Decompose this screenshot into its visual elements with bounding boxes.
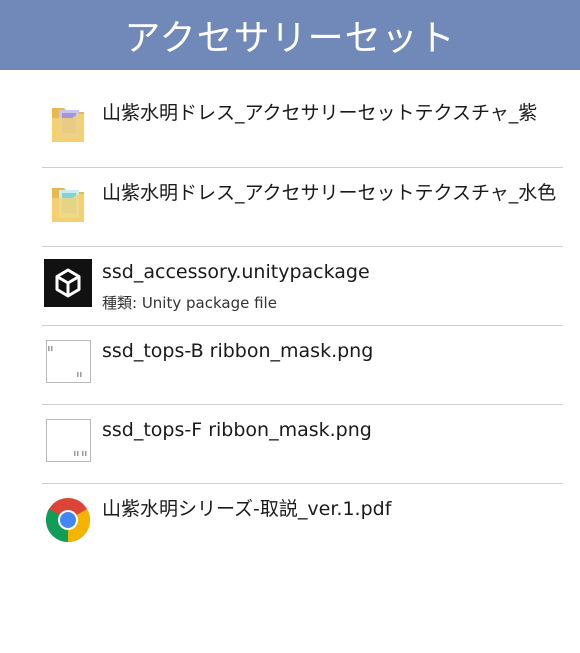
header-bar: アクセサリーセット — [0, 0, 580, 70]
file-name: ssd_accessory.unitypackage — [102, 261, 370, 283]
file-name: 山紫水明ドレス_アクセサリーセットテクスチャ_水色 — [102, 182, 557, 204]
image-thumbnail-icon — [46, 340, 91, 383]
folder-lightblue-icon — [52, 188, 84, 222]
file-name: ssd_tops-F ribbon_mask.png — [102, 419, 372, 441]
file-name: 山紫水明シリーズ-取説_ver.1.pdf — [102, 498, 392, 520]
list-item[interactable]: ssd_accessory.unitypackage 種類: Unity pac… — [42, 247, 563, 326]
file-type: 種類: Unity package file — [102, 294, 277, 312]
list-item[interactable]: 山紫水明シリーズ-取説_ver.1.pdf — [42, 484, 563, 562]
chrome-icon — [46, 498, 90, 542]
file-name: ssd_tops-B ribbon_mask.png — [102, 340, 374, 362]
folder-purple-icon — [52, 108, 84, 142]
list-item[interactable]: 山紫水明ドレス_アクセサリーセットテクスチャ_紫 — [42, 70, 563, 168]
list-item[interactable]: 山紫水明ドレス_アクセサリーセットテクスチャ_水色 — [42, 168, 563, 247]
list-item[interactable]: ssd_tops-B ribbon_mask.png — [42, 326, 563, 405]
unity-icon — [44, 259, 92, 307]
file-name: 山紫水明ドレス_アクセサリーセットテクスチャ_紫 — [102, 102, 538, 124]
image-thumbnail-icon — [46, 419, 91, 462]
list-item[interactable]: ssd_tops-F ribbon_mask.png — [42, 405, 563, 484]
file-list: 山紫水明ドレス_アクセサリーセットテクスチャ_紫 山紫水明ドレス_アクセサリーセ… — [42, 70, 563, 562]
page-title: アクセサリーセット — [124, 18, 456, 59]
